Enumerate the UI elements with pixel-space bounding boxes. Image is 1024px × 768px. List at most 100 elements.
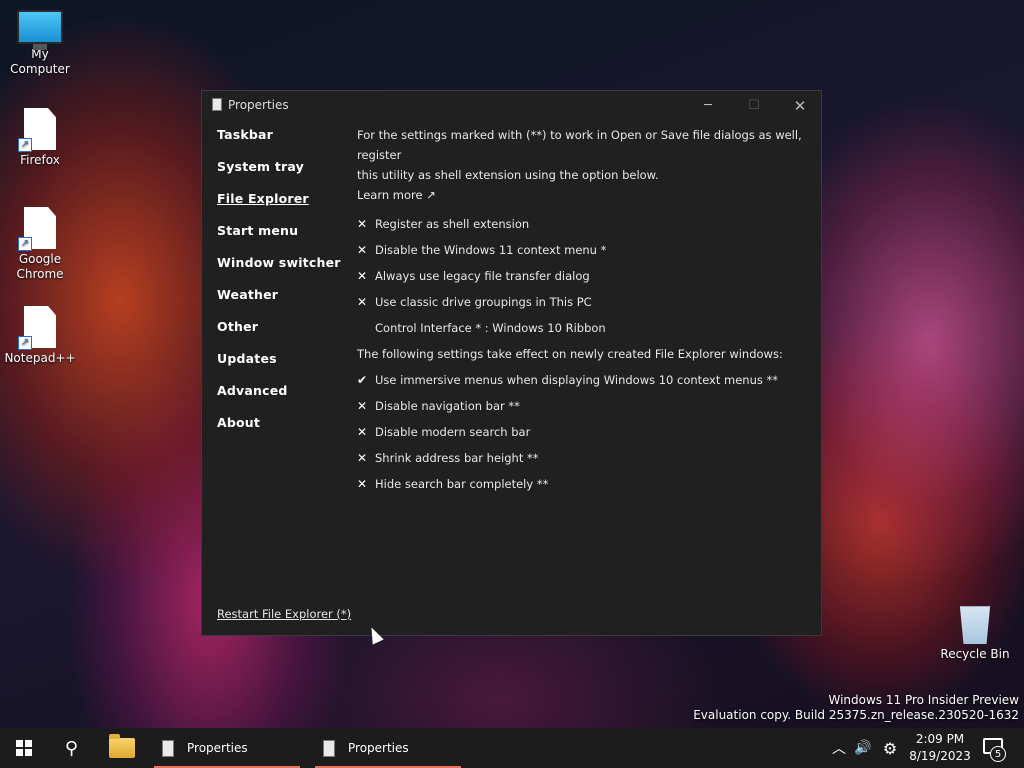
start-button[interactable] [0, 728, 48, 768]
nav-item-label: About [217, 415, 261, 430]
option-hide-search-bar[interactable]: ✕ Hide search bar completely ** [357, 471, 807, 497]
nav-item-label: File Explorer [217, 191, 309, 206]
option-legacy-file-transfer-dialog[interactable]: ✕ Always use legacy file transfer dialog [357, 263, 807, 289]
nav-item-label: Updates [217, 351, 277, 366]
option-control-interface[interactable]: Control Interface * : Windows 10 Ribbon [357, 315, 807, 341]
taskbar-item-label: Properties [348, 741, 409, 755]
x-mark-icon: ✕ [357, 217, 368, 231]
nav-item-weather[interactable]: Weather [217, 287, 341, 319]
show-hidden-icons-button[interactable]: ︿ [828, 728, 850, 768]
nav-item-label: System tray [217, 159, 304, 174]
window-title: Properties [228, 98, 289, 112]
control-interface-label: Control Interface * : Windows 10 Ribbon [375, 321, 606, 335]
close-button[interactable]: ✕ [777, 91, 823, 121]
option-label: Disable modern search bar [375, 425, 531, 439]
desktop-icon-notepad-plus-plus[interactable]: ↗ Notepad++ [0, 306, 80, 366]
taskbar: ⚲ Properties Properties ︿ 🔊 ⚙ 2:09 PM 8/… [0, 728, 1024, 768]
nav-item-label: Window switcher [217, 255, 341, 270]
recycle-bin-icon [959, 606, 991, 644]
minimize-button[interactable]: ─ [685, 91, 731, 121]
x-mark-icon: ✕ [357, 451, 368, 465]
volume-button[interactable]: 🔊 [851, 728, 875, 768]
chevron-up-icon: ︿ [832, 741, 846, 757]
properties-app-icon [323, 739, 335, 757]
x-mark-icon: ✕ [357, 295, 368, 309]
nav-item-label: Other [217, 319, 259, 334]
watermark-line-1: Windows 11 Pro Insider Preview [828, 693, 1019, 707]
taskbar-clock[interactable]: 2:09 PM 8/19/2023 [905, 731, 975, 765]
nav-item-other[interactable]: Other [217, 319, 341, 351]
settings-button[interactable]: ⚙ [878, 728, 902, 768]
option-disable-navigation-bar[interactable]: ✕ Disable navigation bar ** [357, 393, 807, 419]
desktop-icon-label: Google Chrome [16, 252, 64, 281]
option-classic-drive-groupings[interactable]: ✕ Use classic drive groupings in This PC [357, 289, 807, 315]
nav-item-window-switcher[interactable]: Window switcher [217, 255, 341, 287]
intro-text-line-2: this utility as shell extension using th… [357, 168, 659, 182]
file-explorer-taskbar-button[interactable] [98, 728, 146, 768]
option-label: Always use legacy file transfer dialog [375, 269, 590, 283]
option-label: Disable the Windows 11 context menu * [375, 243, 607, 257]
properties-app-icon [162, 739, 174, 757]
desktop-icon-my-computer[interactable]: My Computer [0, 10, 80, 77]
shortcut-arrow-icon: ↗ [18, 138, 32, 152]
option-label: Disable navigation bar ** [375, 399, 520, 413]
taskbar-item-properties-1[interactable]: Properties [152, 728, 302, 768]
x-mark-icon: ✕ [357, 399, 368, 413]
desktop-icon-label: Notepad++ [4, 351, 76, 365]
windows-logo-icon [16, 740, 32, 756]
option-disable-win11-context-menu[interactable]: ✕ Disable the Windows 11 context menu * [357, 237, 807, 263]
volume-icon: 🔊 [854, 740, 872, 756]
x-mark-icon: ✕ [357, 425, 368, 439]
computer-icon [17, 10, 63, 50]
nav-item-start-menu[interactable]: Start menu [217, 223, 341, 255]
notification-count-badge: 5 [990, 746, 1006, 762]
desktop-icon-label: Recycle Bin [940, 647, 1010, 661]
option-label: Shrink address bar height ** [375, 451, 539, 465]
restart-file-explorer-link[interactable]: Restart File Explorer (*) [217, 607, 351, 621]
search-button[interactable]: ⚲ [48, 728, 96, 768]
taskbar-item-label: Properties [187, 741, 248, 755]
maximize-button[interactable]: ☐ [731, 91, 777, 121]
nav-item-label: Advanced [217, 383, 288, 398]
option-label: Use immersive menus when displaying Wind… [375, 373, 779, 387]
search-icon: ⚲ [65, 737, 79, 759]
option-immersive-menus[interactable]: ✔ Use immersive menus when displaying Wi… [357, 367, 807, 393]
nav-item-file-explorer[interactable]: File Explorer [217, 191, 341, 223]
option-label: Register as shell extension [375, 217, 530, 231]
nav-item-label: Weather [217, 287, 279, 302]
folder-icon [109, 734, 135, 758]
option-label: Hide search bar completely ** [375, 477, 549, 491]
section-note: The following settings take effect on ne… [357, 347, 783, 361]
properties-app-icon [212, 98, 222, 111]
nav-item-updates[interactable]: Updates [217, 351, 341, 383]
nav-item-system-tray[interactable]: System tray [217, 159, 341, 191]
build-watermark: Windows 11 Pro Insider Preview Evaluatio… [693, 693, 1019, 723]
watermark-line-2: Evaluation copy. Build 25375.zn_release.… [693, 708, 1019, 722]
x-mark-icon: ✕ [357, 269, 368, 283]
nav-item-advanced[interactable]: Advanced [217, 383, 341, 415]
gear-icon: ⚙ [882, 738, 898, 758]
desktop-icon-recycle-bin[interactable]: Recycle Bin [935, 602, 1015, 662]
desktop-icon-label: My Computer [10, 47, 70, 76]
option-register-shell-extension[interactable]: ✕ Register as shell extension [357, 211, 807, 237]
title-bar[interactable]: Properties ─ ☐ ✕ [202, 91, 821, 121]
shortcut-arrow-icon: ↗ [18, 237, 32, 251]
nav-item-about[interactable]: About [217, 415, 341, 447]
desktop-icon-label: Firefox [20, 153, 60, 167]
clock-date: 8/19/2023 [909, 749, 971, 763]
option-disable-modern-search-bar[interactable]: ✕ Disable modern search bar [357, 419, 807, 445]
learn-more-link[interactable]: Learn more ↗ [357, 185, 807, 205]
intro-text-line-1: For the settings marked with (**) to wor… [357, 128, 802, 162]
desktop-icon-firefox[interactable]: ↗ Firefox [0, 108, 80, 168]
nav-item-taskbar[interactable]: Taskbar [217, 127, 341, 159]
properties-window: Properties ─ ☐ ✕ Taskbar System tray Fil… [201, 90, 822, 636]
x-mark-icon: ✕ [357, 243, 368, 257]
option-shrink-address-bar[interactable]: ✕ Shrink address bar height ** [357, 445, 807, 471]
check-mark-icon: ✔ [357, 373, 368, 387]
file-explorer-settings: For the settings marked with (**) to wor… [357, 125, 807, 497]
shortcut-arrow-icon: ↗ [18, 336, 32, 350]
settings-nav: Taskbar System tray File Explorer Start … [217, 127, 341, 447]
nav-item-label: Start menu [217, 223, 299, 238]
desktop-icon-google-chrome[interactable]: ↗ Google Chrome [0, 207, 80, 282]
taskbar-item-properties-2[interactable]: Properties [313, 728, 463, 768]
